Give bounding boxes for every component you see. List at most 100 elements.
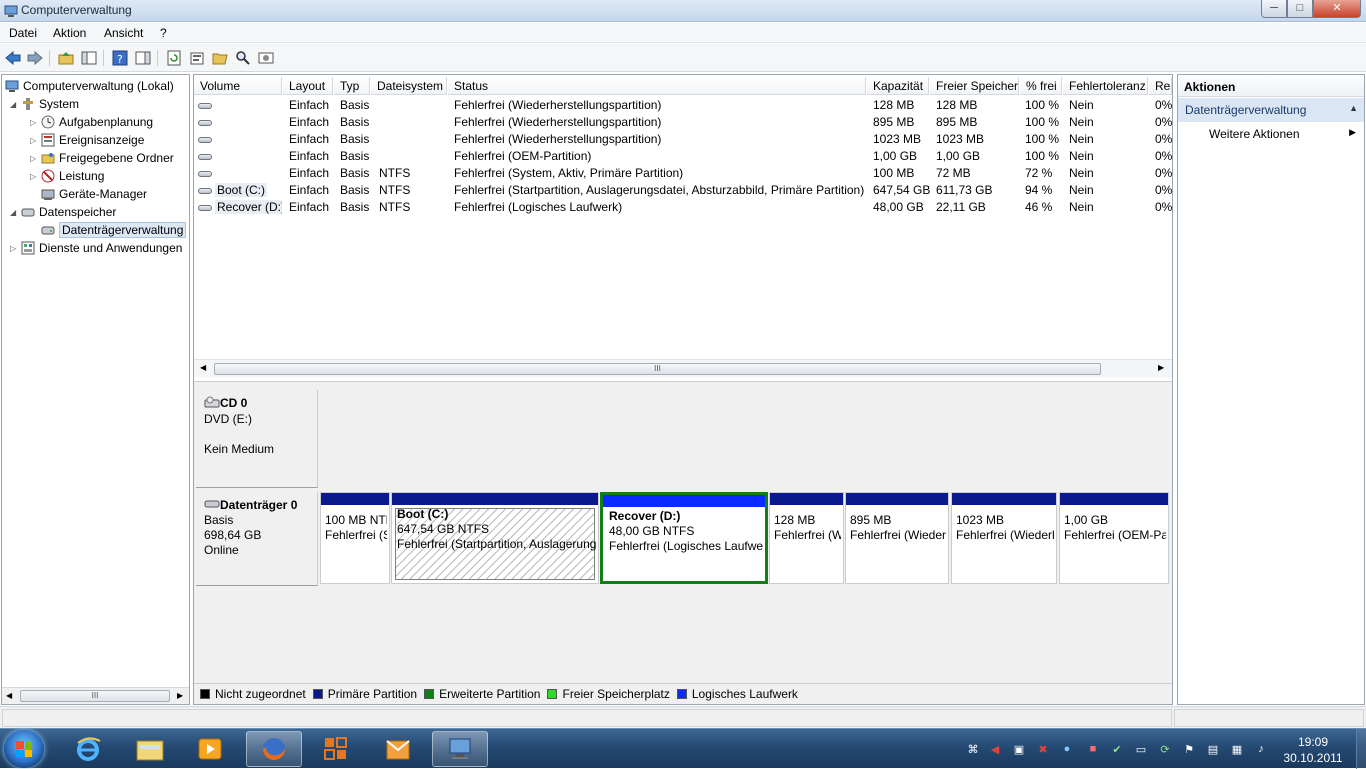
- actions-section-datentraegerverwaltung[interactable]: Datenträgerverwaltung ▲: [1178, 98, 1364, 122]
- tree-item-system[interactable]: ◢ System: [10, 95, 79, 113]
- office-icon[interactable]: [308, 731, 364, 767]
- tree-item-aufgabenplanung[interactable]: ▷ Aufgabenplanung: [30, 113, 153, 131]
- collapsed-arrow-icon[interactable]: ▷: [30, 136, 40, 145]
- security-tray-icon[interactable]: ✔: [1110, 742, 1124, 756]
- col-header-res[interactable]: Res: [1149, 77, 1172, 95]
- table-row[interactable]: Einfach Basis NTFS Fehlerfrei (System, Akti…: [194, 164, 1172, 181]
- show-hide-action-pane-icon[interactable]: [134, 49, 152, 67]
- flag-tray-icon[interactable]: ⚑: [1182, 742, 1196, 756]
- collapse-up-icon[interactable]: ▲: [1349, 103, 1358, 113]
- tree-item-label: Ereignisanzeige: [59, 133, 145, 147]
- firefox-icon[interactable]: [246, 731, 302, 767]
- menu-ansicht[interactable]: Ansicht: [104, 26, 143, 40]
- open-folder-icon[interactable]: [211, 49, 229, 67]
- camera-tray-icon[interactable]: ■: [1086, 742, 1100, 756]
- table-row[interactable]: Boot (C:) Einfach Basis NTFS Fehlerfrei (Sta…: [194, 181, 1172, 198]
- internet-explorer-icon[interactable]: [60, 731, 116, 767]
- start-button[interactable]: [4, 730, 44, 768]
- volume-alert-tray-icon[interactable]: ◀: [988, 742, 1002, 756]
- back-icon[interactable]: [4, 49, 22, 67]
- expanded-arrow-icon[interactable]: ◢: [10, 208, 20, 217]
- collapsed-arrow-icon[interactable]: ▷: [30, 118, 40, 127]
- col-header-prozent-frei[interactable]: % frei: [1020, 77, 1062, 95]
- partition-system-reserved[interactable]: 100 MB NTFS Fehlerfrei (System, Aktiv, P…: [320, 492, 390, 584]
- table-cell: 128 MB: [873, 98, 915, 112]
- tree-item-datentraegerverwaltung[interactable]: Datenträgerverwaltung: [40, 221, 187, 239]
- tree-item-datenspeicher[interactable]: ◢ Datenspeicher: [10, 203, 116, 221]
- cd0-label[interactable]: CD 0 DVD (E:) Kein Medium: [196, 390, 318, 488]
- tree-root[interactable]: Computerverwaltung (Lokal): [4, 77, 174, 95]
- show-hide-tree-icon[interactable]: [80, 49, 98, 67]
- col-header-dateisystem[interactable]: Dateisystem: [371, 77, 447, 95]
- col-header-status[interactable]: Status: [448, 77, 866, 95]
- search-icon[interactable]: [234, 49, 252, 67]
- col-header-fehlertoleranz[interactable]: Fehlertoleranz: [1063, 77, 1148, 95]
- skype-tray-icon[interactable]: ●: [1060, 742, 1074, 756]
- table-row[interactable]: Einfach Basis Fehlerfrei (OEM-Partition) 1,…: [194, 147, 1172, 164]
- partition-boot-c[interactable]: Boot (C:) 647,54 GB NTFS Fehlerfrei (Sta…: [391, 492, 599, 584]
- outlook-icon[interactable]: [370, 731, 426, 767]
- properties-icon[interactable]: [188, 49, 206, 67]
- disk-settings-icon[interactable]: [257, 49, 275, 67]
- explorer-icon[interactable]: [122, 731, 178, 767]
- tree-item-leistung[interactable]: ▷ Leistung: [30, 167, 104, 185]
- menu-aktion[interactable]: Aktion: [53, 26, 86, 40]
- disk0-label[interactable]: Datenträger 0 Basis 698,64 GB Online: [196, 492, 318, 586]
- collapsed-arrow-icon[interactable]: ▷: [30, 154, 40, 163]
- tree-item-freigegebene-ordner[interactable]: ▷ Freigegebene Ordner: [30, 149, 174, 167]
- scroll-right-icon[interactable]: ▶: [1158, 363, 1164, 372]
- scroll-right-icon[interactable]: ▶: [177, 691, 183, 700]
- usb-tray-icon[interactable]: ▤: [1206, 742, 1220, 756]
- up-folder-icon[interactable]: [57, 49, 75, 67]
- submenu-arrow-icon[interactable]: ▶: [1349, 127, 1356, 138]
- partition-oem[interactable]: 1,00 GB Fehlerfrei (OEM-Partition): [1059, 492, 1169, 584]
- table-row[interactable]: Recover (D:) Einfach Basis NTFS Fehlerfrei (…: [194, 198, 1172, 215]
- col-header-typ[interactable]: Typ: [334, 77, 370, 95]
- tree-horizontal-scrollbar[interactable]: ◀ III ▶: [2, 687, 189, 704]
- sync-tray-icon[interactable]: ⟳: [1158, 742, 1172, 756]
- show-desktop-button[interactable]: [1356, 729, 1366, 769]
- tree-item-geraete-manager[interactable]: Geräte-Manager: [40, 185, 147, 203]
- partition-recovery-1023[interactable]: 1023 MB Fehlerfrei (Wiederherstellungspa…: [951, 492, 1057, 584]
- volume-horizontal-scrollbar[interactable]: ◀ III ▶: [194, 359, 1172, 377]
- display-tray-icon[interactable]: ▣: [1012, 742, 1026, 756]
- scroll-thumb[interactable]: III: [20, 690, 170, 702]
- computer-management-taskbar-icon[interactable]: [432, 731, 488, 767]
- collapsed-arrow-icon[interactable]: ▷: [30, 172, 40, 181]
- tree-item-dienste[interactable]: ▷ Dienste und Anwendungen: [10, 239, 182, 257]
- maximize-button[interactable]: □: [1287, 0, 1313, 18]
- action-center-tray-icon[interactable]: ✖: [1036, 742, 1050, 756]
- forward-icon[interactable]: [26, 49, 44, 67]
- close-button[interactable]: ✕: [1313, 0, 1361, 18]
- scroll-left-icon[interactable]: ◀: [200, 363, 206, 372]
- col-header-layout[interactable]: Layout: [283, 77, 333, 95]
- media-player-icon[interactable]: [182, 731, 238, 767]
- scroll-left-icon[interactable]: ◀: [6, 691, 12, 700]
- help-icon[interactable]: ?: [111, 49, 129, 67]
- col-header-volume[interactable]: Volume: [194, 77, 282, 95]
- more-actions-link[interactable]: Weitere Aktionen: [1209, 127, 1300, 141]
- table-cell: NTFS: [379, 200, 411, 214]
- table-row[interactable]: Einfach Basis Fehlerfrei (Wiederherstellun…: [194, 113, 1172, 130]
- menu-datei[interactable]: Datei: [9, 26, 37, 40]
- partition-recovery-895[interactable]: 895 MB Fehlerfrei (Wiederherstellungspar…: [845, 492, 949, 584]
- scroll-thumb[interactable]: III: [214, 363, 1101, 375]
- monitor-tray-icon[interactable]: ▭: [1134, 742, 1148, 756]
- refresh-icon[interactable]: [165, 49, 183, 67]
- partition-recover-d[interactable]: Recover (D:) 48,00 GB NTFS Fehlerfrei (L…: [600, 492, 768, 584]
- table-row[interactable]: Einfach Basis Fehlerfrei (Wiederherstellun…: [194, 96, 1172, 113]
- partition-recovery-128[interactable]: 128 MB Fehlerfrei (Wiederherstellungspar…: [769, 492, 844, 584]
- col-header-freier-speicher[interactable]: Freier Speicher: [930, 77, 1019, 95]
- speaker-tray-icon[interactable]: ♪: [1254, 742, 1268, 756]
- menu-help[interactable]: ?: [160, 26, 167, 40]
- tree-item-ereignisanzeige[interactable]: ▷ Ereignisanzeige: [30, 131, 144, 149]
- table-row[interactable]: Einfach Basis Fehlerfrei (Wiederherstellun…: [194, 130, 1172, 147]
- minimize-button[interactable]: ─: [1261, 0, 1287, 18]
- col-header-kapazitaet[interactable]: Kapazität: [867, 77, 929, 95]
- clock[interactable]: 19:09 30.10.2011: [1280, 734, 1346, 766]
- cd0-empty-area: [318, 390, 1172, 486]
- expanded-arrow-icon[interactable]: ◢: [10, 100, 20, 109]
- network-tray-icon[interactable]: ⌘: [966, 742, 980, 756]
- collapsed-arrow-icon[interactable]: ▷: [10, 244, 20, 253]
- wifi-tray-icon[interactable]: ▦: [1230, 742, 1244, 756]
